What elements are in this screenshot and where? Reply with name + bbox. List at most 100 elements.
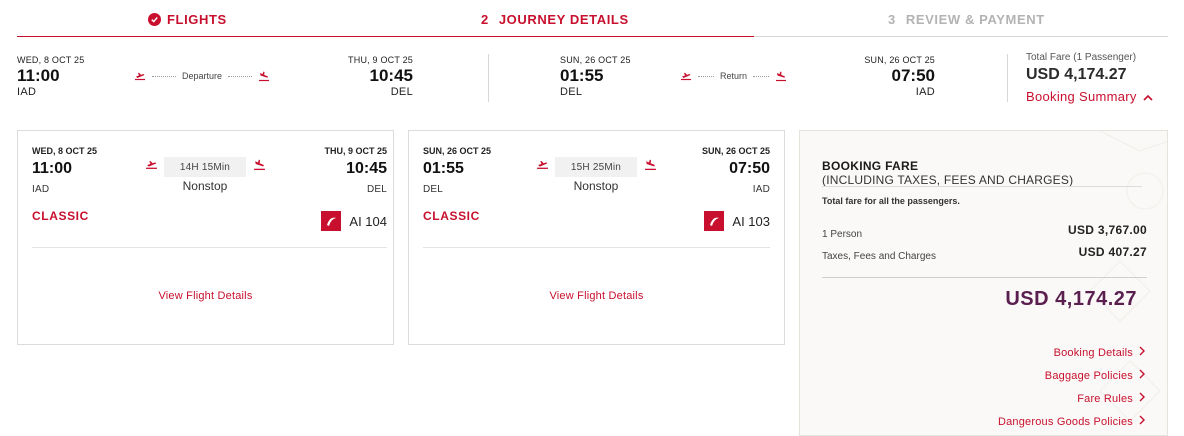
route-dots: [753, 75, 770, 77]
chevron-right-icon: [1139, 415, 1145, 428]
leg-direction-label: Return: [720, 71, 748, 81]
flight-card-return: SUN, 26 OCT 25 01:55 DEL 15H 25Min Nonst…: [408, 130, 785, 345]
arrival-date: THU, 9 OCT 25: [348, 55, 413, 65]
flight-card-outbound: WED, 8 OCT 25 11:00 IAD 14H 15Min Nonsto…: [17, 130, 394, 345]
baggage-policies-link[interactable]: Baggage Policies: [998, 364, 1145, 387]
arrival-time: 07:50: [891, 66, 935, 85]
booking-fare-panel: BOOKING FARE (INCLUDING TAXES, FEES AND …: [799, 130, 1168, 436]
divider: [1007, 54, 1008, 102]
chevron-right-icon: [1139, 392, 1145, 405]
chevron-right-icon: [1139, 346, 1145, 359]
divider: [822, 277, 1147, 278]
fare-row-taxes: Taxes, Fees and Charges USD 407.27: [822, 245, 1147, 262]
duration-badge: 15H 25Min: [555, 157, 637, 177]
departure-time: 11:00: [17, 66, 60, 85]
route-dots: [228, 75, 253, 77]
arrival-airport: IAD: [915, 86, 935, 98]
booking-summary-label: Booking Summary: [1026, 89, 1137, 104]
flight-number: AI 103: [704, 211, 770, 231]
fare-total-amount: USD 4,174.27: [1005, 288, 1137, 310]
departure-time: 01:55: [560, 66, 604, 85]
departure-time: 11:00: [32, 160, 73, 177]
fare-rules-link[interactable]: Fare Rules: [998, 387, 1145, 410]
progress-stepper: FLIGHTS 2 JOURNEY DETAILS 3 REVIEW & PAY…: [17, 8, 1168, 38]
departure-airport: DEL: [423, 184, 444, 195]
check-circle-icon: [148, 13, 161, 26]
departure-date: SUN, 26 OCT 25: [423, 146, 492, 156]
arrival-time: 07:50: [729, 160, 770, 177]
divider: [488, 54, 489, 102]
summary-return: SUN, 26 OCT 25 01:55 DEL Return SUN, 26 …: [560, 52, 935, 102]
fare-row-amount: USD 407.27: [1078, 245, 1147, 259]
chevron-right-icon: [1139, 369, 1145, 382]
link-label: Baggage Policies: [1044, 369, 1133, 382]
chevron-up-icon: [1143, 89, 1153, 104]
total-fare-label: Total Fare (1 Passenger): [1026, 52, 1137, 63]
stops-label: Nonstop: [573, 179, 619, 193]
fare-title: BOOKING FARE: [822, 159, 919, 173]
link-label: Booking Details: [1053, 346, 1133, 359]
air-india-logo: [321, 211, 342, 231]
fare-row-label: 1 Person: [822, 229, 863, 240]
fare-row-label: Taxes, Fees and Charges: [822, 251, 936, 262]
arrival-date: THU, 9 OCT 25: [324, 146, 387, 156]
landing-icon: [644, 158, 657, 176]
takeoff-icon: [680, 70, 692, 82]
divider: [822, 186, 1142, 187]
arrival-airport: DEL: [366, 184, 387, 195]
view-flight-details-link[interactable]: View Flight Details: [409, 290, 784, 302]
step-journey-details[interactable]: 2 JOURNEY DETAILS: [481, 12, 629, 27]
divider: [423, 247, 770, 248]
cabin-class: CLASSIC: [423, 209, 480, 223]
arrival-time: 10:45: [369, 66, 413, 85]
landing-icon: [258, 70, 270, 82]
step-number: 3: [888, 12, 896, 27]
departure-airport: DEL: [560, 86, 583, 98]
takeoff-icon: [536, 158, 549, 176]
dangerous-goods-policies-link[interactable]: Dangerous Goods Policies: [998, 410, 1145, 433]
cabin-class: CLASSIC: [32, 209, 89, 223]
step-label: REVIEW & PAYMENT: [905, 12, 1045, 27]
route-indicator: Departure: [134, 70, 270, 82]
departure-airport: IAD: [32, 184, 50, 195]
arrival-date: SUN, 26 OCT 25: [864, 55, 935, 65]
view-flight-details-link[interactable]: View Flight Details: [18, 290, 393, 302]
fare-note: Total fare for all the passengers.: [822, 196, 960, 206]
stops-label: Nonstop: [182, 179, 228, 193]
flight-number-text: AI 103: [732, 213, 770, 229]
link-label: Dangerous Goods Policies: [997, 415, 1133, 428]
booking-summary-toggle[interactable]: Booking Summary: [1026, 89, 1153, 104]
step-label: JOURNEY DETAILS: [498, 12, 629, 27]
flight-number-text: AI 104: [349, 213, 387, 229]
departure-time: 01:55: [423, 160, 464, 177]
fare-row-amount: USD 3,767.00: [1068, 223, 1147, 237]
fare-content: BOOKING FARE (INCLUDING TAXES, FEES AND …: [822, 159, 1147, 310]
stepper-progress: [17, 36, 754, 37]
arrival-time: 10:45: [346, 160, 387, 177]
leg-direction-label: Departure: [182, 71, 223, 81]
step-flights[interactable]: FLIGHTS: [148, 12, 227, 27]
link-label: Fare Rules: [1077, 392, 1133, 405]
policy-links: Booking Details Baggage Policies Fare Ru…: [998, 341, 1145, 433]
route-indicator: Return: [680, 70, 787, 82]
landing-icon: [253, 158, 266, 176]
summary-outbound: WED, 8 OCT 25 11:00 IAD Departure THU, 9…: [17, 52, 413, 102]
fare-subtitle: (INCLUDING TAXES, FEES AND CHARGES): [822, 173, 1074, 187]
departure-date: SUN, 26 OCT 25: [560, 55, 631, 65]
arrival-date: SUN, 26 OCT 25: [701, 146, 770, 156]
duration-badge: 14H 15Min: [164, 157, 246, 177]
step-label: FLIGHTS: [167, 12, 227, 27]
departure-date: WED, 8 OCT 25: [17, 55, 85, 65]
itinerary-summary: WED, 8 OCT 25 11:00 IAD Departure THU, 9…: [17, 52, 1168, 104]
takeoff-icon: [145, 158, 158, 176]
total-fare-amount: USD 4,174.27: [1026, 66, 1127, 83]
booking-details-link[interactable]: Booking Details: [998, 341, 1145, 364]
takeoff-icon: [134, 70, 146, 82]
route-dots: [152, 75, 176, 77]
arrival-airport: IAD: [752, 184, 770, 195]
departure-date: WED, 8 OCT 25: [32, 146, 98, 156]
step-review-payment: 3 REVIEW & PAYMENT: [888, 12, 1045, 27]
landing-icon: [775, 70, 787, 82]
departure-airport: IAD: [17, 86, 37, 98]
arrival-airport: DEL: [390, 86, 413, 98]
